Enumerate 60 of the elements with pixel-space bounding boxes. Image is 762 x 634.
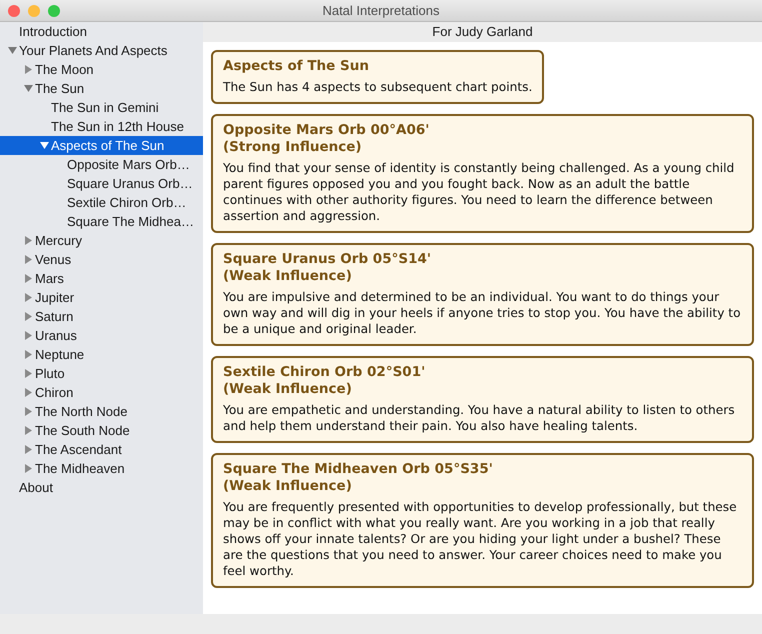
sidebar-item[interactable]: Uranus [0,326,203,345]
collapsed-triangle-icon[interactable] [24,312,33,321]
sidebar-item[interactable]: Square Uranus Orb… [0,174,203,193]
sidebar-item[interactable]: The Sun in 12th House [0,117,203,136]
expanded-triangle-icon[interactable] [8,46,17,55]
sidebar-item[interactable]: About [0,478,203,497]
influence-label: (Strong Influence) [223,139,363,156]
sidebar-item[interactable]: The Sun in Gemini [0,98,203,117]
sidebar-item[interactable]: Chiron [0,383,203,402]
sidebar-item[interactable]: Mars [0,269,203,288]
influence-label: (Weak Influence) [223,381,353,398]
sidebar-item[interactable]: Venus [0,250,203,269]
card-title: Sextile Chiron Orb 02°S01' [223,364,426,381]
card-text: You are frequently presented with opportunities to develop professionally, but these may be in conflict with what you really want. Are you working in a job that really shows off your innate talents? Or are you hiding your light under a bushel? These are the questions that you need to answer. Your career choices need to make you feel worthy. [223,499,738,579]
sidebar-item[interactable]: Your Planets And Aspects [0,41,203,60]
card-title: Aspects of The Sun [223,58,370,75]
sidebar-item[interactable]: Opposite Mars Orb… [0,155,203,174]
influence-label: (Weak Influence) [223,268,353,285]
influence-label: (Weak Influence) [223,478,353,495]
sidebar-item[interactable]: Saturn [0,307,203,326]
sidebar-item[interactable]: The Midheaven [0,459,203,478]
card-text: The Sun has 4 aspects to subsequent chart points. [223,79,532,95]
sidebar-item[interactable]: Aspects of The Sun [0,136,203,155]
sidebar-item[interactable]: Square The Midhea… [0,212,203,231]
window-title: Natal Interpretations [322,3,440,18]
sidebar-item[interactable]: The Sun [0,79,203,98]
collapsed-triangle-icon[interactable] [24,426,33,435]
collapsed-triangle-icon[interactable] [24,464,33,473]
collapsed-triangle-icon[interactable] [24,369,33,378]
collapsed-triangle-icon[interactable] [24,65,33,74]
collapsed-triangle-icon[interactable] [24,274,33,283]
sidebar-item[interactable]: Sextile Chiron Orb… [0,193,203,212]
sidebar-item[interactable]: The Moon [0,60,203,79]
collapsed-triangle-icon[interactable] [24,350,33,359]
collapsed-triangle-icon[interactable] [24,331,33,340]
collapsed-triangle-icon[interactable] [24,445,33,454]
collapsed-triangle-icon[interactable] [24,293,33,302]
sidebar-item[interactable]: Pluto [0,364,203,383]
sidebar-item[interactable]: Jupiter [0,288,203,307]
collapsed-triangle-icon[interactable] [24,255,33,264]
content-header: For Judy Garland [431,23,534,41]
expanded-triangle-icon[interactable] [40,141,49,150]
sidebar-item[interactable]: Neptune [0,345,203,364]
zoom-button[interactable] [48,4,60,16]
card-text: You are impulsive and determined to be an individual. You want to do things your own way and will dig in your heels if anyone tries to stop you. You have the ability to be a unique and original leader. [223,289,742,337]
sidebar-item[interactable]: Introduction [0,22,203,41]
card-title: Opposite Mars Orb 00°A06' [223,122,430,139]
collapsed-triangle-icon[interactable] [24,236,33,245]
card-title: Square The Midheaven Orb 05°S35' [223,461,494,478]
sidebar-item[interactable]: The South Node [0,421,203,440]
sidebar-item[interactable]: The Ascendant [0,440,203,459]
sidebar-item[interactable]: Mercury [0,231,203,250]
card-text: You are empathetic and understanding. You have a natural ability to listen to others and help them understand their pain. You also have healing talents. [223,402,736,434]
sidebar-item[interactable]: The North Node [0,402,203,421]
collapsed-triangle-icon[interactable] [24,388,33,397]
card-title: Square Uranus Orb 05°S14' [223,251,432,268]
close-button[interactable] [8,4,20,16]
expanded-triangle-icon[interactable] [24,84,33,93]
collapsed-triangle-icon[interactable] [24,407,33,416]
card-text: You find that your sense of identity is constantly being challenged. As a young child parent figures opposed you and you fought back. Now as an adult the battle continues with other authority figures. You need to learn the difference between assertion and aggression. [223,160,736,224]
